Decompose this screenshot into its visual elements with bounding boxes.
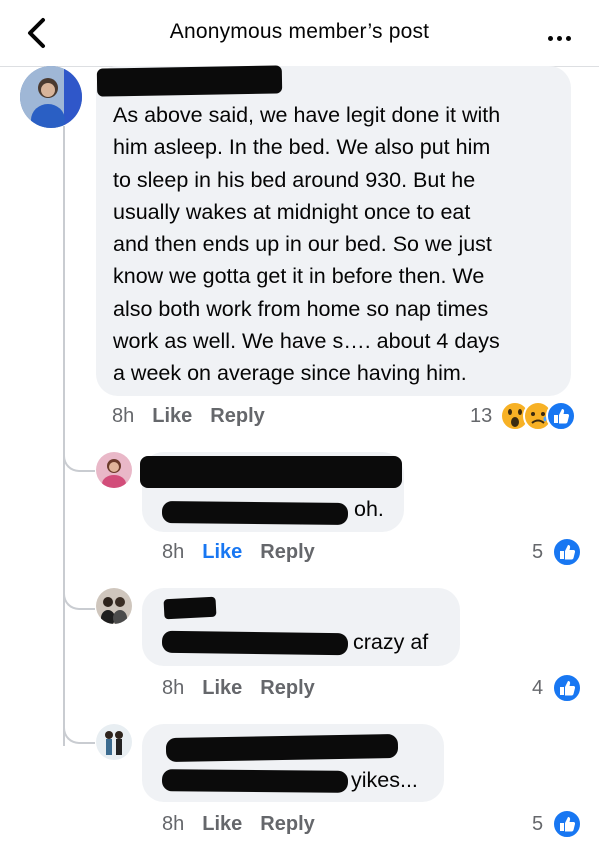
- redacted-name: [165, 733, 399, 763]
- reaction-count[interactable]: 5: [532, 541, 543, 564]
- reply-button[interactable]: Reply: [260, 677, 314, 699]
- avatar[interactable]: [96, 724, 132, 760]
- reply-meta: 8h Like Reply: [162, 677, 315, 700]
- reply-meta: 8h Like Reply: [162, 813, 315, 836]
- redacted-name: [140, 456, 402, 488]
- like-button[interactable]: Like: [202, 541, 242, 563]
- reply-text: oh.: [354, 497, 384, 521]
- redacted-name: [96, 65, 283, 97]
- reply-button[interactable]: Reply: [210, 405, 264, 427]
- reply-text: crazy af: [353, 630, 429, 654]
- avatar[interactable]: [96, 452, 132, 488]
- thread-branch: [63, 578, 95, 610]
- reply-time: 8h: [162, 813, 185, 835]
- thread-branch: [63, 712, 95, 744]
- like-icon[interactable]: [552, 673, 582, 703]
- like-button[interactable]: Like: [202, 813, 242, 835]
- like-button[interactable]: Like: [202, 677, 242, 699]
- reply-time: 8h: [162, 677, 185, 699]
- redacted-name: [163, 596, 217, 620]
- reaction-count[interactable]: 5: [532, 813, 543, 836]
- like-button[interactable]: Like: [152, 405, 192, 427]
- redacted-mention: [161, 501, 349, 525]
- comment-meta: 8h Like Reply: [112, 405, 265, 428]
- more-options-icon[interactable]: [548, 28, 576, 41]
- like-icon[interactable]: [552, 809, 582, 839]
- post-header: Anonymous member’s post: [0, 0, 599, 67]
- reaction-count[interactable]: 4: [532, 677, 543, 700]
- thread-branch: [63, 440, 95, 472]
- reply-button[interactable]: Reply: [260, 813, 314, 835]
- redacted-mention: [161, 769, 349, 793]
- reaction-count[interactable]: 13: [470, 405, 492, 428]
- reply-time: 8h: [162, 541, 185, 563]
- reply-button[interactable]: Reply: [260, 541, 314, 563]
- thread-line: [63, 126, 65, 746]
- comment-text: As above said, we have legit done it wit…: [113, 103, 501, 386]
- avatar[interactable]: [20, 66, 82, 128]
- avatar[interactable]: [96, 588, 132, 624]
- redacted-mention: [161, 630, 349, 656]
- reply-text: yikes...: [351, 768, 418, 792]
- comment-time: 8h: [112, 405, 135, 427]
- page-title: Anonymous member’s post: [169, 20, 430, 43]
- like-icon[interactable]: [552, 537, 582, 567]
- like-icon[interactable]: [546, 401, 576, 431]
- reply-meta: 8h Like Reply: [162, 541, 315, 564]
